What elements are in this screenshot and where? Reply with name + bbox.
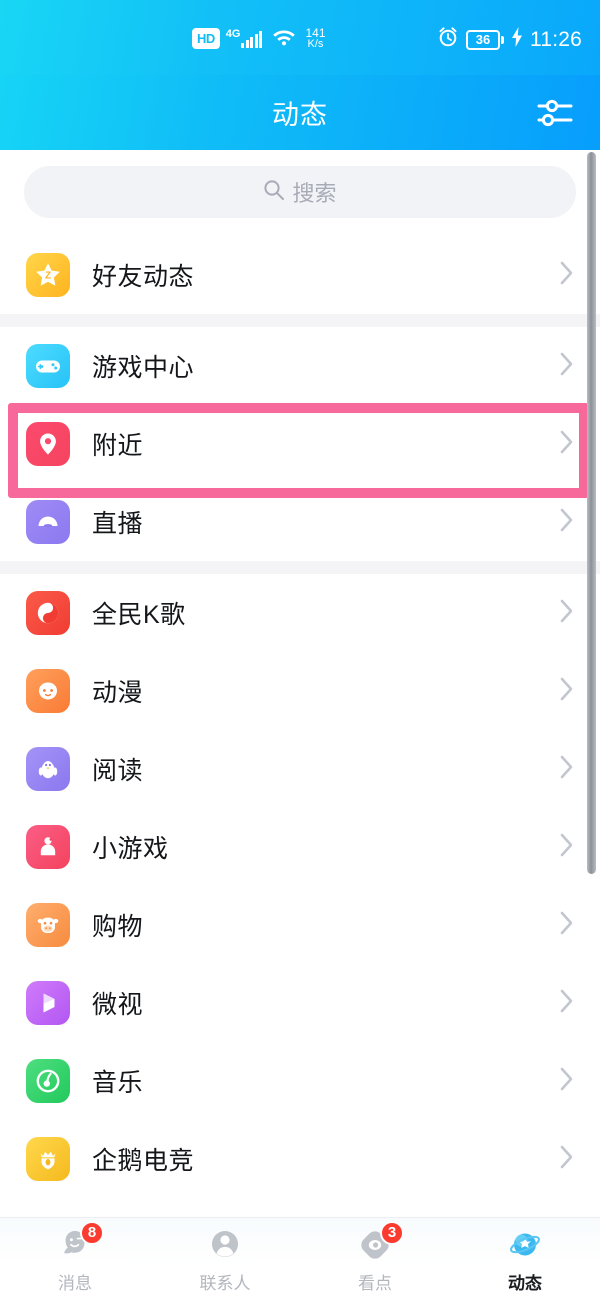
nav-label-contacts: 联系人	[199, 1273, 251, 1293]
kandian-badge: 3	[380, 1220, 404, 1245]
section-divider	[0, 314, 600, 327]
list-item[interactable]: 阅读	[0, 730, 600, 808]
app-screen: HD 4G 141 K/s 36 11:26 动态 搜索 Z 好友动态 游戏中心…	[0, 0, 600, 1300]
kandian-eye-icon: 3	[355, 1220, 404, 1265]
app-bar: 动态	[0, 75, 600, 150]
list-item-label: 企鹅电竞	[92, 1147, 195, 1175]
search-input[interactable]: 搜索	[24, 166, 576, 218]
list-item[interactable]: 直播	[0, 483, 600, 561]
nav-item-contacts[interactable]: 联系人	[150, 1218, 300, 1300]
list-item[interactable]: 企鹅电竞	[0, 1120, 600, 1198]
list-item[interactable]: 全民K歌	[0, 574, 600, 652]
filter-sliders-icon[interactable]	[532, 90, 578, 136]
anime-icon	[26, 669, 70, 713]
status-bar-left-group: HD 4G 141 K/s	[192, 26, 326, 51]
nav-item-messages[interactable]: 8 消息	[0, 1218, 150, 1300]
clock-time: 11:26	[530, 27, 582, 51]
chevron-right-icon	[558, 1064, 576, 1099]
network-speed-indicator: 141 K/s	[305, 25, 326, 50]
nav-item-kandian[interactable]: 3 看点	[300, 1218, 450, 1300]
chevron-right-icon	[558, 908, 576, 943]
wifi-icon	[271, 26, 297, 51]
weishi-video-icon	[26, 981, 70, 1025]
content-scroll-area[interactable]: 搜索 Z 好友动态 游戏中心 附近 直播 全民K歌 动漫 阅读 小游戏 购物 微…	[0, 150, 600, 1217]
page-title: 动态	[272, 100, 328, 130]
battery-tip	[501, 35, 504, 44]
section-divider	[0, 561, 600, 574]
nav-label-dynamic: 动态	[508, 1273, 542, 1293]
alarm-clock-icon	[437, 26, 459, 53]
charging-bolt-icon	[511, 27, 523, 52]
live-broadcast-icon	[26, 500, 70, 544]
signal-bars-icon: 4G	[226, 29, 263, 48]
hd-icon: HD	[192, 28, 220, 49]
chevron-right-icon	[558, 349, 576, 384]
vertical-scrollbar[interactable]	[587, 152, 596, 874]
list-item-label: 微视	[92, 991, 144, 1019]
list-item[interactable]: 游戏中心	[0, 327, 600, 405]
chevron-right-icon	[558, 596, 576, 631]
chevron-right-icon	[558, 1142, 576, 1177]
karaoke-icon	[26, 591, 70, 635]
speed-value: 141	[305, 25, 326, 40]
nav-item-dynamic[interactable]: 动态	[450, 1218, 600, 1300]
location-pin-icon	[26, 422, 70, 466]
search-container: 搜索	[0, 150, 600, 236]
reading-penguin-icon	[26, 747, 70, 791]
nav-label-kandian: 看点	[358, 1273, 392, 1293]
search-placeholder: 搜索	[292, 181, 337, 206]
list-item-label: 小游戏	[92, 835, 169, 863]
chevron-right-icon	[558, 752, 576, 787]
status-bar-right-group: 36 11:26	[437, 26, 582, 53]
battery-level-label: 36	[466, 29, 500, 50]
list-item[interactable]: Z 好友动态	[0, 236, 600, 314]
mini-game-joystick-icon	[26, 825, 70, 869]
list-item[interactable]: 微视	[0, 964, 600, 1042]
list-item-label: 购物	[92, 913, 144, 941]
message-penguin-icon: 8	[55, 1220, 104, 1265]
contacts-person-icon	[205, 1225, 245, 1265]
signal-strength-bars	[241, 31, 263, 48]
friend-feed-star-icon: Z	[26, 253, 70, 297]
list-item[interactable]: 小游戏	[0, 808, 600, 886]
svg-text:Z: Z	[45, 271, 51, 282]
speed-unit: K/s	[307, 37, 324, 50]
list-item-label: 附近	[92, 432, 144, 460]
chevron-right-icon	[558, 505, 576, 540]
chevron-right-icon	[558, 674, 576, 709]
list-item-label: 游戏中心	[92, 354, 195, 382]
chevron-right-icon	[558, 986, 576, 1021]
list-item-label: 动漫	[92, 679, 144, 707]
music-icon	[26, 1059, 70, 1103]
gamepad-icon	[26, 344, 70, 388]
message-badge: 8	[80, 1220, 104, 1245]
network-type-label: 4G	[225, 28, 241, 40]
list-item[interactable]: 购物	[0, 886, 600, 964]
list-item-label: 好友动态	[92, 263, 195, 291]
nav-label-messages: 消息	[58, 1273, 92, 1293]
battery-icon: 36	[466, 29, 504, 50]
esports-crown-icon	[26, 1137, 70, 1181]
list-item-label: 直播	[92, 510, 144, 538]
shopping-cow-icon	[26, 903, 70, 947]
status-bar: HD 4G 141 K/s 36 11:26	[0, 0, 600, 75]
bottom-navigation-bar: 8 消息 联系人 3 看点 动态	[0, 1217, 600, 1300]
dynamic-planet-icon	[505, 1225, 545, 1265]
list-item-label: 阅读	[92, 757, 144, 785]
list-item[interactable]: 音乐	[0, 1042, 600, 1120]
list-item[interactable]: 动漫	[0, 652, 600, 730]
chevron-right-icon	[558, 427, 576, 462]
list-item-label: 音乐	[92, 1069, 144, 1097]
search-icon	[263, 179, 285, 206]
list-item-label: 全民K歌	[92, 601, 186, 629]
chevron-right-icon	[558, 830, 576, 865]
list-item-nearby[interactable]: 附近	[0, 405, 600, 483]
chevron-right-icon	[558, 258, 576, 293]
